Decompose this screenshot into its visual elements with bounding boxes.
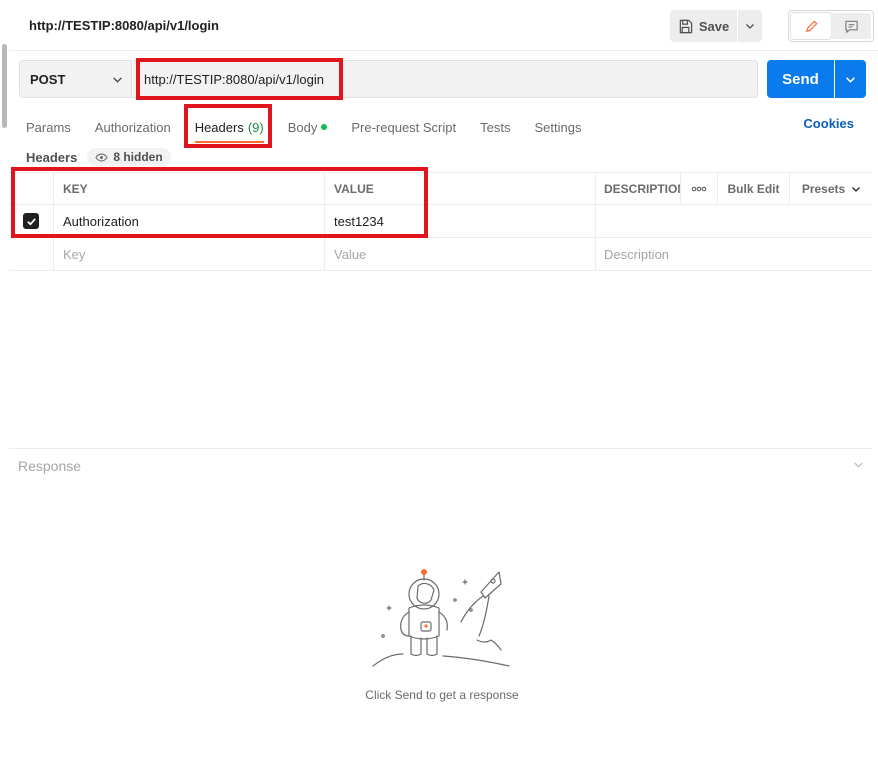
save-button-group: Save [670, 10, 762, 42]
description-column-header: DESCRIPTION [596, 173, 681, 205]
presets-label: Presets [801, 182, 846, 196]
tab-label: Authorization [94, 119, 171, 135]
headers-label: Headers [26, 149, 78, 165]
send-button[interactable]: Send [767, 60, 834, 98]
body-status-dot [321, 124, 328, 130]
row-checkbox-cell [9, 205, 54, 237]
request-header-bar: http://TESTIP:8080/api/v1/login Save [9, 0, 878, 51]
request-tabs: Params Authorization Headers (9) Body Pre… [26, 115, 605, 145]
tab-pre-request-script[interactable]: Pre-request Script [351, 115, 456, 139]
view-mode-toggle [788, 10, 874, 42]
hidden-headers-toggle[interactable]: 8 hidden [87, 148, 171, 166]
send-options-button[interactable] [835, 60, 866, 98]
response-divider [9, 448, 873, 449]
method-value: POST [30, 71, 66, 87]
tab-label: Settings [534, 119, 582, 135]
more-options-button[interactable] [681, 173, 718, 205]
row-checkbox-cell [9, 238, 54, 270]
tab-authorization[interactable]: Authorization [95, 115, 171, 139]
url-input[interactable]: http://TESTIP:8080/api/v1/login [133, 60, 758, 98]
chevron-down-icon [852, 187, 861, 192]
header-key-cell[interactable]: Authorization [54, 205, 325, 237]
header-description-cell[interactable] [596, 205, 873, 237]
tab-tests[interactable]: Tests [480, 115, 510, 139]
value-column-header: VALUE [325, 173, 596, 205]
cookies-link[interactable]: Cookies [803, 116, 854, 131]
new-value-input[interactable]: Value [325, 238, 596, 270]
method-select[interactable]: POST [19, 60, 132, 98]
table-header-row: KEY VALUE DESCRIPTION Bulk Edit Presets [9, 172, 873, 205]
row-checkbox[interactable] [23, 213, 39, 229]
bulk-edit-button[interactable]: Bulk Edit [718, 173, 790, 205]
comments-button[interactable] [831, 13, 871, 39]
pencil-icon [805, 19, 818, 32]
response-empty-text: Click Send to get a response [365, 688, 519, 702]
save-options-button[interactable] [738, 10, 762, 42]
save-label: Save [698, 18, 730, 34]
table-row: Authorization test1234 [9, 205, 873, 238]
save-button[interactable]: Save [670, 10, 737, 42]
table-row-new: Key Value Description [9, 238, 873, 271]
header-value-cell[interactable]: test1234 [325, 205, 596, 237]
tab-settings[interactable]: Settings [534, 115, 581, 139]
tab-params[interactable]: Params [26, 115, 71, 139]
hidden-count: 8 hidden [113, 150, 163, 164]
chevron-down-icon[interactable] [853, 459, 864, 470]
new-description-input[interactable]: Description [596, 238, 873, 270]
scrollbar-track[interactable] [0, 0, 9, 760]
comment-icon [844, 20, 858, 33]
headers-table: KEY VALUE DESCRIPTION Bulk Edit Presets … [9, 172, 873, 271]
headers-subheader: Headers 8 hidden [26, 148, 171, 166]
new-key-input[interactable]: Key [54, 238, 325, 270]
tab-label: Headers [194, 119, 244, 135]
save-icon [679, 19, 693, 33]
astronaut-illustration-icon [372, 569, 510, 667]
more-icon [691, 186, 707, 192]
response-label: Response [18, 458, 82, 474]
tab-label: Pre-request Script [351, 119, 457, 135]
tab-label: Params [26, 119, 71, 135]
presets-dropdown[interactable]: Presets [790, 173, 873, 205]
chevron-down-icon [846, 76, 855, 83]
eye-icon [95, 153, 108, 161]
chevron-down-icon [746, 24, 754, 29]
tab-body[interactable]: Body [288, 115, 328, 139]
tab-label: Tests [480, 119, 511, 135]
chevron-down-icon [113, 77, 122, 83]
headers-count: (9) [247, 119, 264, 135]
checkmark-icon [26, 217, 36, 226]
request-title[interactable]: http://TESTIP:8080/api/v1/login [29, 18, 219, 33]
edit-mode-button[interactable] [791, 13, 831, 39]
tab-headers[interactable]: Headers (9) [194, 115, 264, 143]
send-button-group: Send [767, 60, 866, 98]
tab-label: Body [287, 119, 318, 135]
key-column-header: KEY [54, 173, 325, 205]
check-column-header [9, 173, 54, 205]
url-value: http://TESTIP:8080/api/v1/login [144, 71, 324, 87]
scrollbar-thumb[interactable] [2, 44, 7, 128]
